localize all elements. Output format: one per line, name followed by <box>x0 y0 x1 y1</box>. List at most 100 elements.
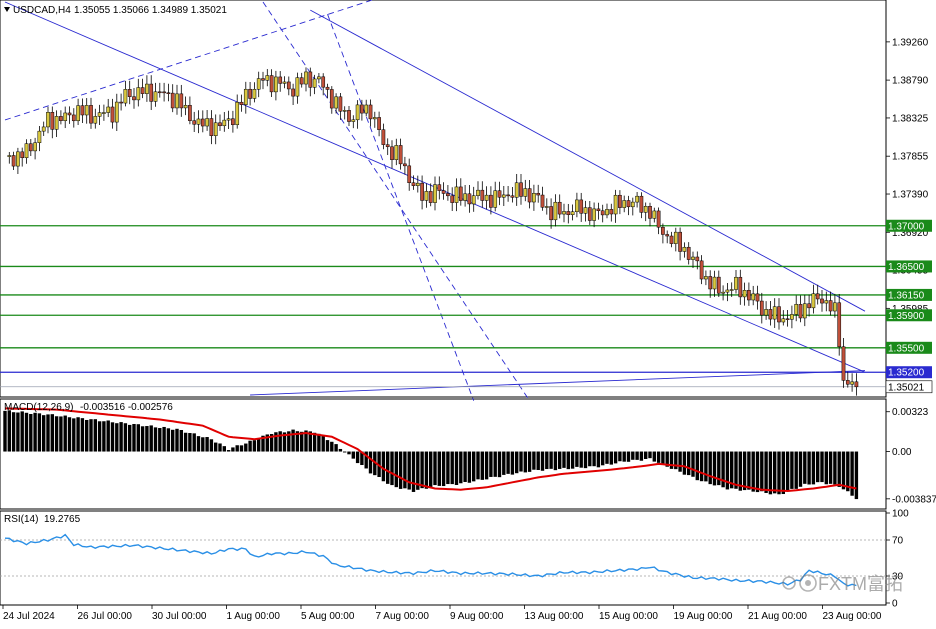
candle-body[interactable] <box>166 92 171 94</box>
candle-body[interactable] <box>252 88 257 99</box>
price-panel[interactable] <box>0 0 887 398</box>
candle-body[interactable] <box>312 78 317 88</box>
candle-body[interactable] <box>274 76 278 93</box>
candle-body[interactable] <box>196 118 201 125</box>
candle-body[interactable] <box>119 101 123 104</box>
candle-body[interactable] <box>493 190 498 208</box>
candle-body[interactable] <box>37 130 42 143</box>
candle-body[interactable] <box>222 119 227 127</box>
candle-body[interactable] <box>669 235 674 244</box>
candle-body[interactable] <box>729 289 734 291</box>
candle-body[interactable] <box>742 290 747 298</box>
candle-body[interactable] <box>325 86 330 90</box>
candle-body[interactable] <box>157 91 162 94</box>
candle-body[interactable] <box>205 118 209 127</box>
candle-body[interactable] <box>89 105 93 124</box>
candle-body[interactable] <box>28 143 33 152</box>
candle-body[interactable] <box>175 93 179 109</box>
candle-body[interactable] <box>699 260 704 280</box>
candle-body[interactable] <box>854 381 859 388</box>
candle-body[interactable] <box>798 304 803 319</box>
candle-body[interactable] <box>321 76 326 88</box>
candle-body[interactable] <box>476 189 480 196</box>
candle-body[interactable] <box>454 186 459 203</box>
candle-body[interactable] <box>768 309 773 320</box>
candle-body[interactable] <box>403 163 407 167</box>
candle-body[interactable] <box>549 206 553 221</box>
candle-body[interactable] <box>390 146 394 160</box>
candle-body[interactable] <box>16 151 20 167</box>
candle-body[interactable] <box>54 116 59 130</box>
candle-body[interactable] <box>67 112 72 116</box>
candle-body[interactable] <box>329 89 334 109</box>
candle-body[interactable] <box>807 303 811 309</box>
candle-body[interactable] <box>738 276 743 298</box>
candle-body[interactable] <box>20 151 25 159</box>
candle-body[interactable] <box>777 306 781 323</box>
candle-body[interactable] <box>368 104 373 120</box>
candle-body[interactable] <box>140 87 145 94</box>
candle-body[interactable] <box>183 105 188 109</box>
candle-body[interactable] <box>458 186 463 201</box>
candle-body[interactable] <box>46 112 50 128</box>
candle-body[interactable] <box>734 276 738 290</box>
candle-body[interactable] <box>639 195 644 213</box>
candle-body[interactable] <box>114 101 119 123</box>
candle-body[interactable] <box>97 112 102 117</box>
candle-body[interactable] <box>450 195 455 203</box>
candle-body[interactable] <box>63 112 68 122</box>
candle-body[interactable] <box>544 206 549 208</box>
candle-body[interactable] <box>239 101 244 105</box>
candle-body[interactable] <box>136 87 141 101</box>
candle-body[interactable] <box>622 200 627 208</box>
candle-body[interactable] <box>351 119 356 122</box>
candle-body[interactable] <box>364 104 369 114</box>
candle-body[interactable] <box>304 71 308 85</box>
candle-body[interactable] <box>256 78 261 90</box>
candle-body[interactable] <box>747 290 751 301</box>
candle-body[interactable] <box>261 78 265 81</box>
candle-body[interactable] <box>33 142 37 152</box>
candle-body[interactable] <box>93 116 98 124</box>
candle-body[interactable] <box>102 112 106 114</box>
candle-body[interactable] <box>153 91 158 102</box>
candle-body[interactable] <box>467 193 472 205</box>
candle-body[interactable] <box>428 191 433 203</box>
candle-body[interactable] <box>802 303 807 319</box>
candle-body[interactable] <box>7 155 12 157</box>
candle-body[interactable] <box>76 105 80 122</box>
candle-body[interactable] <box>299 77 304 85</box>
candle-body[interactable] <box>226 118 231 121</box>
candle-body[interactable] <box>338 96 343 112</box>
candle-body[interactable] <box>433 184 437 203</box>
candle-body[interactable] <box>424 191 429 201</box>
candle-body[interactable] <box>437 184 442 191</box>
candle-body[interactable] <box>716 276 721 294</box>
candle-body[interactable] <box>695 256 700 262</box>
candle-body[interactable] <box>841 346 846 381</box>
candle-body[interactable] <box>286 81 291 90</box>
candle-body[interactable] <box>845 380 850 385</box>
candle-body[interactable] <box>820 298 824 304</box>
candle-body[interactable] <box>635 195 639 203</box>
candle-body[interactable] <box>759 300 764 316</box>
candle-body[interactable] <box>218 122 222 127</box>
candle-body[interactable] <box>794 304 799 315</box>
candle-body[interactable] <box>532 192 536 203</box>
candle-body[interactable] <box>828 300 833 312</box>
candle-body[interactable] <box>691 256 695 260</box>
candle-body[interactable] <box>673 231 678 244</box>
candle-body[interactable] <box>712 276 717 290</box>
candle-body[interactable] <box>291 88 295 97</box>
candle-body[interactable] <box>811 293 816 309</box>
candle-body[interactable] <box>704 276 708 280</box>
candle-body[interactable] <box>665 234 670 237</box>
candle-body[interactable] <box>630 201 635 208</box>
candle-body[interactable] <box>463 193 467 201</box>
candle-body[interactable] <box>592 208 596 221</box>
candle-body[interactable] <box>626 200 631 208</box>
candle-body[interactable] <box>446 193 450 197</box>
candle-body[interactable] <box>132 96 136 101</box>
candle-body[interactable] <box>179 93 184 109</box>
candle-body[interactable] <box>385 144 390 148</box>
